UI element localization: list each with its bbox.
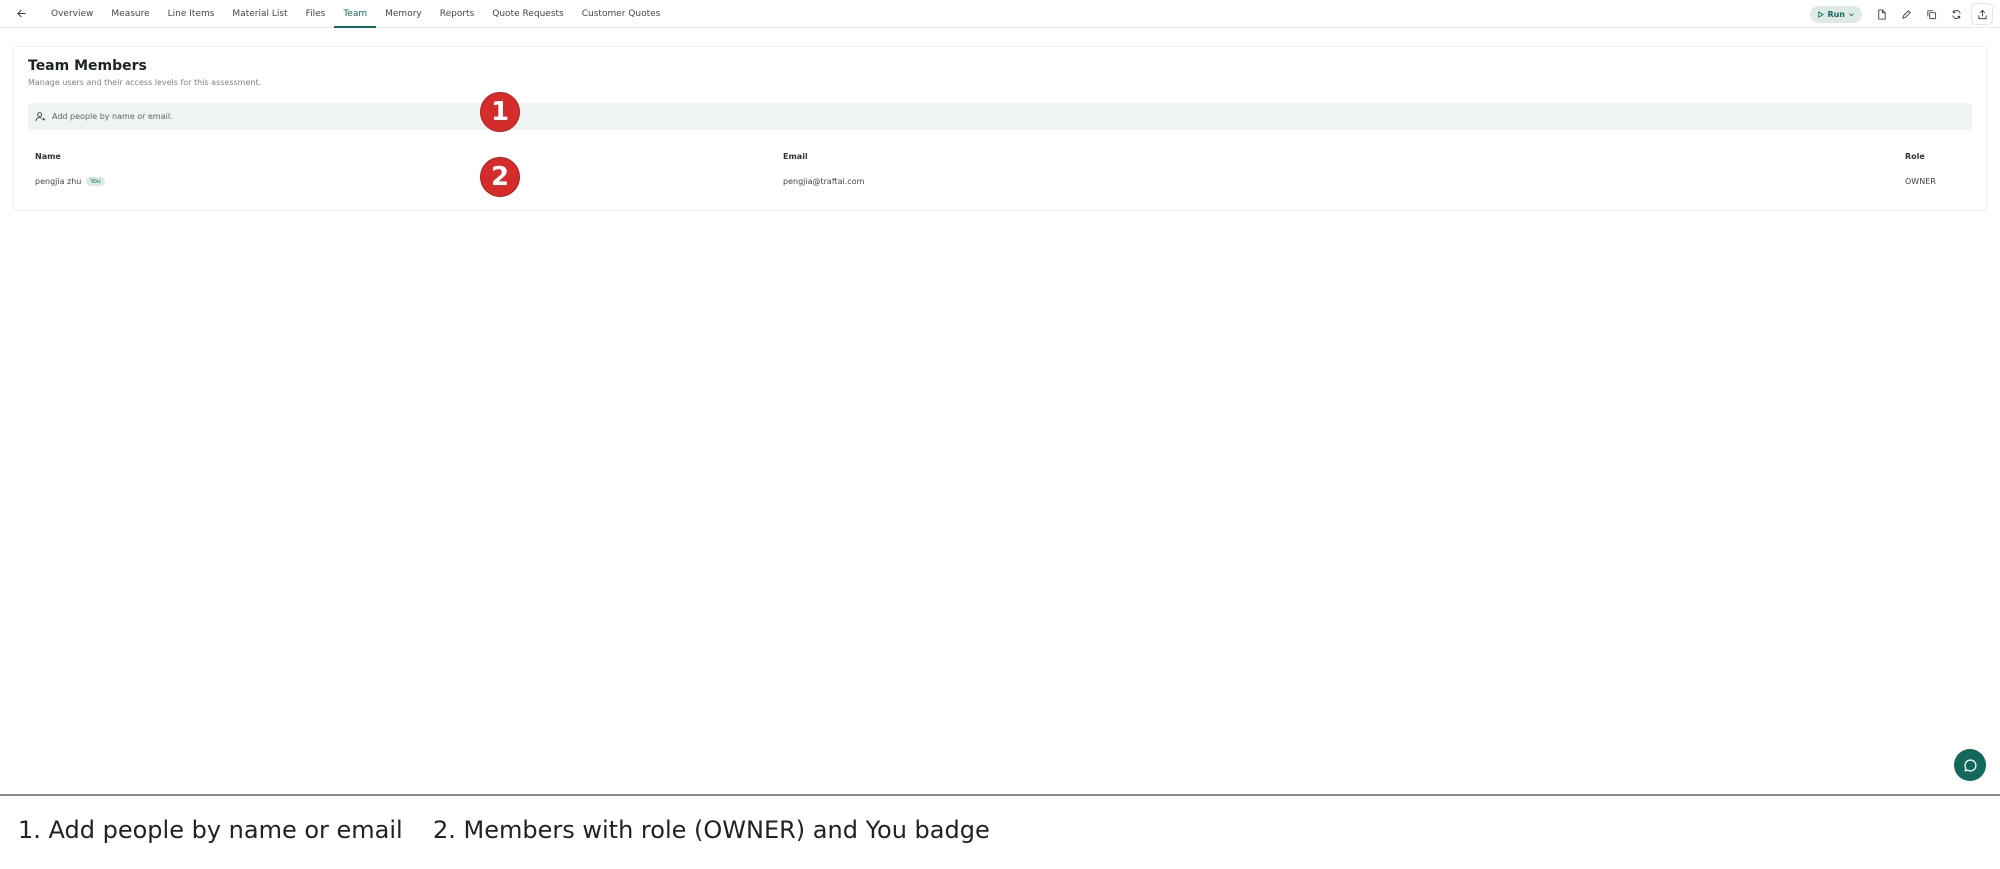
annotation-marker-2: 2	[480, 157, 520, 197]
top-nav: Overview Measure Line Items Material Lis…	[0, 0, 2000, 28]
play-icon	[1818, 10, 1825, 18]
user-add-icon	[35, 112, 46, 122]
refresh-button[interactable]	[1944, 3, 1969, 25]
team-members-card: Team Members Manage users and their acce…	[13, 46, 1987, 211]
tab-quote-requests[interactable]: Quote Requests	[483, 0, 572, 27]
tab-bar: Overview Measure Line Items Material Lis…	[42, 0, 670, 28]
toolbar: Run	[1810, 3, 1993, 25]
arrow-left-icon	[16, 9, 26, 18]
tab-memory[interactable]: Memory	[376, 0, 431, 27]
tab-material-list[interactable]: Material List	[223, 0, 296, 27]
document-button[interactable]	[1869, 3, 1894, 25]
tab-team[interactable]: Team	[334, 0, 376, 28]
chevron-down-icon	[1849, 12, 1854, 16]
page-title: Team Members	[28, 58, 147, 74]
chat-button[interactable]	[1954, 749, 1986, 781]
app-window: Overview Measure Line Items Material Lis…	[0, 0, 2000, 869]
tab-measure[interactable]: Measure	[102, 0, 158, 27]
add-people-input[interactable]	[52, 112, 652, 121]
caption-2: 2. Members with role (OWNER) and You bad…	[433, 816, 990, 844]
copy-icon	[1927, 9, 1937, 19]
run-label: Run	[1827, 9, 1845, 19]
column-header-role: Role	[1905, 152, 1925, 161]
column-header-email: Email	[783, 152, 808, 161]
export-button[interactable]	[1971, 3, 1993, 25]
member-email: pengjia@traftai.com	[783, 177, 865, 186]
edit-button[interactable]	[1894, 3, 1919, 25]
member-name: pengjia zhu	[35, 177, 82, 186]
chat-bubble-icon	[1963, 758, 1977, 772]
you-badge: You	[86, 177, 105, 186]
tab-reports[interactable]: Reports	[431, 0, 484, 27]
annotation-marker-1: 1	[480, 92, 520, 132]
add-people-bar[interactable]	[28, 103, 1972, 130]
edit-icon	[1902, 9, 1911, 19]
page-subtitle: Manage users and their access levels for…	[28, 78, 262, 87]
tab-customer-quotes[interactable]: Customer Quotes	[573, 0, 670, 27]
back-button[interactable]	[0, 0, 42, 27]
member-name-cell: pengjia zhu You	[35, 177, 105, 186]
document-icon	[1878, 8, 1886, 20]
refresh-icon	[1952, 9, 1961, 19]
tab-line-items[interactable]: Line Items	[159, 0, 224, 27]
caption-area: 1. Add people by name or email 2. Member…	[0, 794, 2000, 869]
column-header-name: Name	[35, 152, 61, 161]
tab-files[interactable]: Files	[297, 0, 335, 27]
copy-button[interactable]	[1919, 3, 1944, 25]
member-role: OWNER	[1905, 177, 1936, 186]
tab-overview[interactable]: Overview	[42, 0, 102, 27]
export-icon	[1977, 9, 1987, 19]
caption-1: 1. Add people by name or email	[18, 816, 403, 844]
run-button[interactable]: Run	[1810, 5, 1862, 23]
